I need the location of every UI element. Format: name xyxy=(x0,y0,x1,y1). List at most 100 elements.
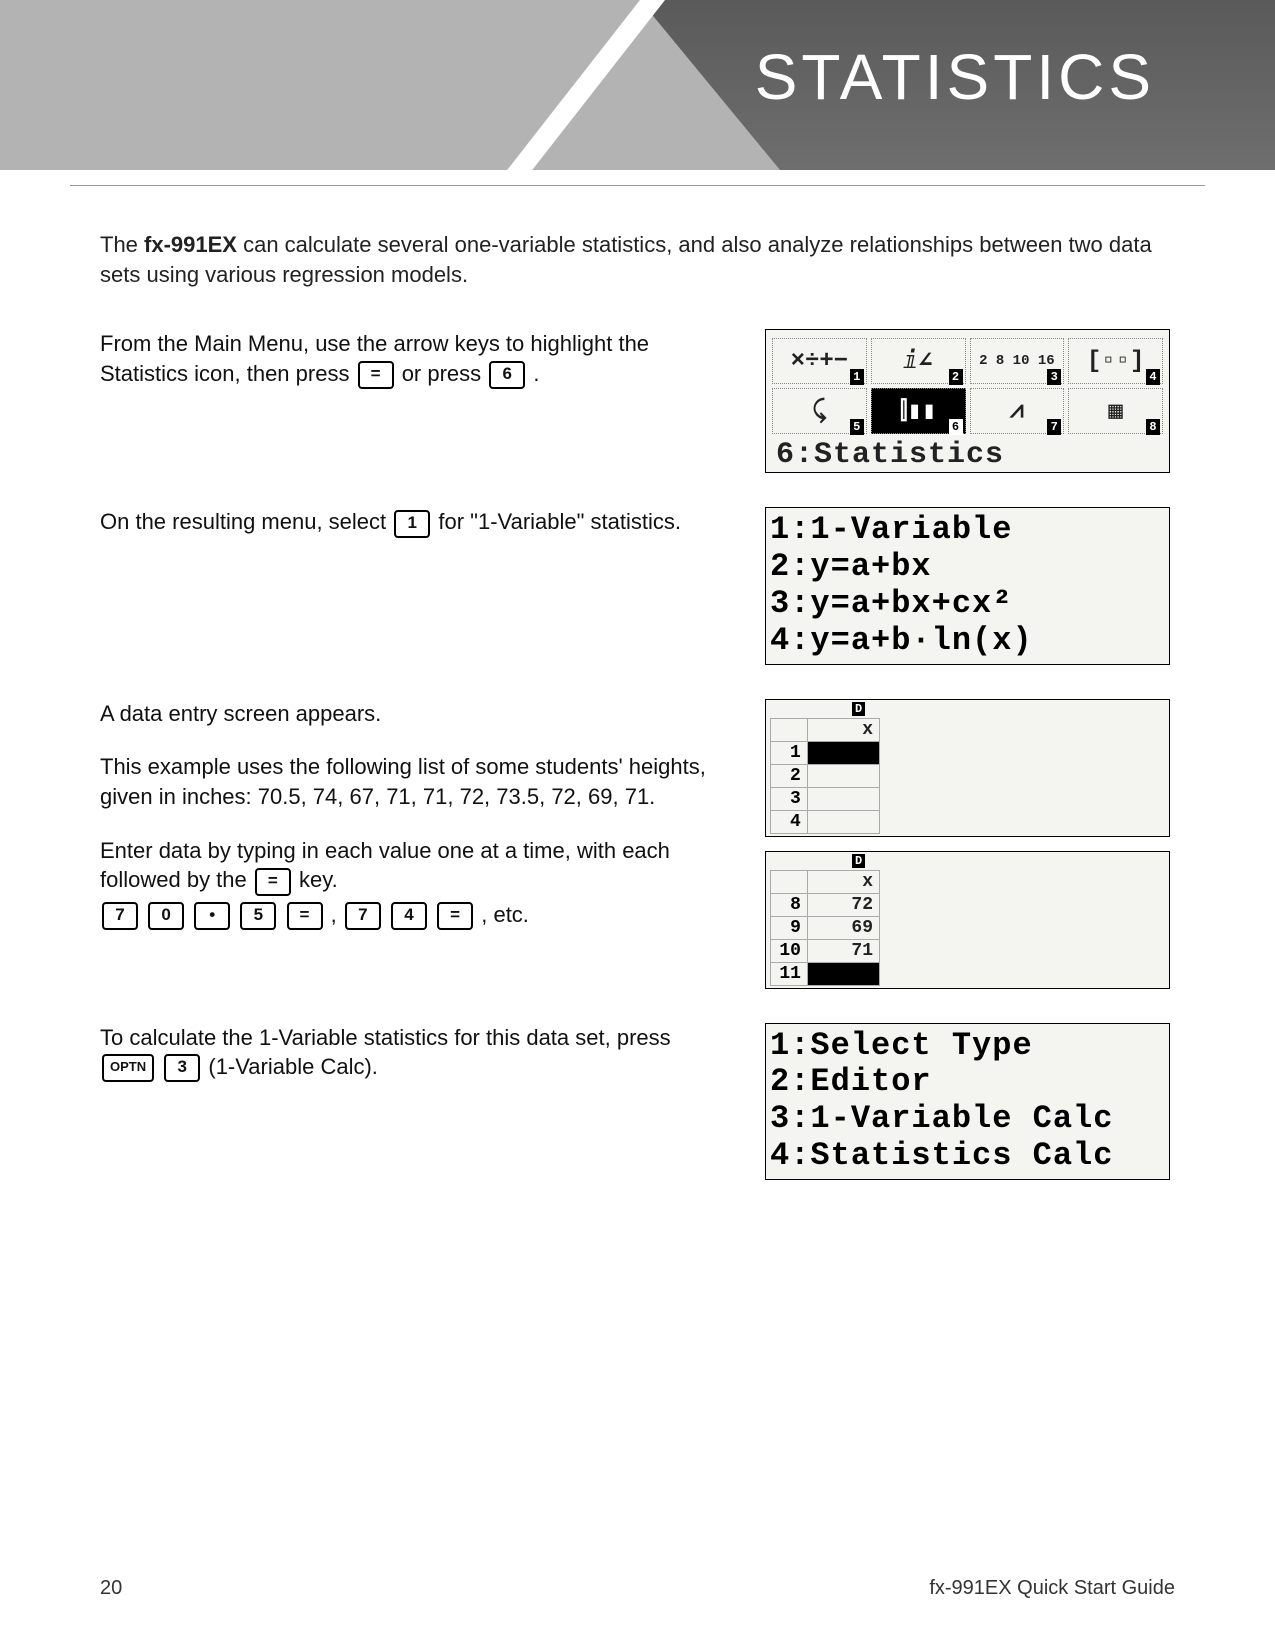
screen5: 1:Select Type 2:Editor 3:1-Variable Calc… xyxy=(765,1023,1175,1194)
step1-mid: or press xyxy=(402,361,488,386)
menu-label: 6:Statistics xyxy=(770,438,1165,472)
screen2-line3: 3:y=a+bx+cx² xyxy=(770,586,1165,623)
screen2-line4: 4:y=a+b·ln(x) xyxy=(770,623,1165,660)
menu-grid: ×÷+−1 ⅈ∠2 2 8 10 163 [▫▫]4 ⤹5 ⫿▮▮6 ⩘7 ▦8 xyxy=(770,334,1165,434)
step3-line3-wrap: Enter data by typing in each value one a… xyxy=(100,836,730,896)
step3-text: A data entry screen appears. This exampl… xyxy=(100,699,730,930)
menu-cell-2: ⅈ∠ 2 xyxy=(871,338,966,384)
screens-3-4: D x 1 2 3 4 D x 872 969 1071 11 xyxy=(765,699,1175,1003)
step3-line1: A data entry screen appears. xyxy=(100,699,730,729)
menu-cell-7: ⩘7 xyxy=(970,388,1065,434)
screen1: ×÷+−1 ⅈ∠2 2 8 10 163 [▫▫]4 ⤹5 ⫿▮▮6 ⩘7 ▦8… xyxy=(765,329,1175,487)
row-3: 3 xyxy=(771,787,808,810)
optn-key: OPTN xyxy=(102,1054,154,1082)
row-1: 1 xyxy=(771,741,808,764)
key-7b: 7 xyxy=(345,902,381,930)
col-header-x1: x xyxy=(807,718,879,741)
menu-num-5: 5 xyxy=(850,419,864,435)
cell-3 xyxy=(807,787,879,810)
page-number: 20 xyxy=(100,1577,122,1600)
menu-cell-1: ×÷+−1 xyxy=(772,338,867,384)
page-footer: 20 fx-991EX Quick Start Guide xyxy=(100,1577,1175,1600)
vector-icon: ⤹ xyxy=(812,397,826,425)
cell-2 xyxy=(807,764,879,787)
screen5-line3: 3:1-Variable Calc xyxy=(770,1101,1165,1138)
key-7: 7 xyxy=(102,902,138,930)
step2-end: for "1-Variable" statistics. xyxy=(438,509,681,534)
cell-11 xyxy=(807,962,879,985)
row-2: 2 xyxy=(771,764,808,787)
menu-num-7: 7 xyxy=(1047,419,1061,435)
key-4: 4 xyxy=(391,902,427,930)
data-entry-screen-filled: D x 872 969 1071 11 xyxy=(765,851,1170,989)
key-eq: = xyxy=(287,902,323,930)
step-row-1: From the Main Menu, use the arrow keys t… xyxy=(100,329,1175,487)
one-key: 1 xyxy=(394,510,430,538)
indicator-d-1: D xyxy=(852,702,865,716)
spreadsheet-icon: ▦ xyxy=(1108,396,1122,426)
cell-9: 69 xyxy=(807,916,879,939)
calc-icon: ×÷+− xyxy=(791,348,849,375)
screen2-line1: 1:1-Variable xyxy=(770,512,1165,549)
key-5: 5 xyxy=(240,902,276,930)
step3-line3: Enter data by typing in each value one a… xyxy=(100,838,670,893)
intro-paragraph: The fx-991EX can calculate several one-v… xyxy=(100,230,1175,289)
intro-text1: The xyxy=(100,232,144,257)
screen5-line1: 1:Select Type xyxy=(770,1028,1165,1065)
menu-num-6: 6 xyxy=(949,419,963,435)
step3-line3end: key. xyxy=(299,867,338,892)
content: The fx-991EX can calculate several one-v… xyxy=(100,230,1175,1204)
step4-text: To calculate the 1-Variable statistics f… xyxy=(100,1023,730,1083)
row-10: 10 xyxy=(771,939,808,962)
six-key: 6 xyxy=(489,361,525,389)
equals-key-2: = xyxy=(255,868,291,896)
menu-num-1: 1 xyxy=(850,369,864,385)
menu-cell-4: [▫▫]4 xyxy=(1068,338,1163,384)
menu-cell-3: 2 8 10 163 xyxy=(970,338,1065,384)
indicator-d-2: D xyxy=(852,854,865,868)
cell-4 xyxy=(807,810,879,833)
base-icon: 2 8 10 16 xyxy=(979,354,1055,368)
step2-main: On the resulting menu, select xyxy=(100,509,392,534)
key-sequence: 7 0 • 5 = , 7 4 = , etc. xyxy=(100,900,730,930)
key-tail: , etc. xyxy=(481,902,529,927)
step-row-3: A data entry screen appears. This exampl… xyxy=(100,699,1175,1003)
screen2-line2: 2:y=a+bx xyxy=(770,549,1165,586)
row-11: 11 xyxy=(771,962,808,985)
step-row-4: To calculate the 1-Variable statistics f… xyxy=(100,1023,1175,1194)
menu-num-8: 8 xyxy=(1146,419,1160,435)
cell-1 xyxy=(807,741,879,764)
step2-text: On the resulting menu, select 1 for "1-V… xyxy=(100,507,730,537)
menu-num-3: 3 xyxy=(1047,369,1061,385)
key-eq2: = xyxy=(437,902,473,930)
step3-line2: This example uses the following list of … xyxy=(100,752,730,811)
equals-key: = xyxy=(358,361,394,389)
row-9: 9 xyxy=(771,916,808,939)
menu-cell-5: ⤹5 xyxy=(772,388,867,434)
cell-8: 72 xyxy=(807,893,879,916)
page-header: STATISTICS xyxy=(0,0,1275,170)
main-menu-screen: ×÷+−1 ⅈ∠2 2 8 10 163 [▫▫]4 ⤹5 ⫿▮▮6 ⩘7 ▦8… xyxy=(765,329,1170,473)
step1-end: . xyxy=(533,361,539,386)
complex-icon: ⅈ∠ xyxy=(904,346,933,376)
stat-type-screen: 1:1-Variable 2:y=a+bx 3:y=a+bx+cx² 4:y=a… xyxy=(765,507,1170,664)
row-8: 8 xyxy=(771,893,808,916)
col-header-x2: x xyxy=(807,870,879,893)
row-4: 4 xyxy=(771,810,808,833)
cell-10: 71 xyxy=(807,939,879,962)
three-key: 3 xyxy=(164,1054,200,1082)
menu-cell-8: ▦8 xyxy=(1068,388,1163,434)
step1-text: From the Main Menu, use the arrow keys t… xyxy=(100,329,730,389)
data-table-empty: x 1 2 3 4 xyxy=(770,718,880,834)
page-title: STATISTICS xyxy=(755,40,1155,114)
step-row-2: On the resulting menu, select 1 for "1-V… xyxy=(100,507,1175,678)
screen2: 1:1-Variable 2:y=a+bx 3:y=a+bx+cx² 4:y=a… xyxy=(765,507,1175,678)
screen5-line4: 4:Statistics Calc xyxy=(770,1138,1165,1175)
data-entry-screen-empty: D x 1 2 3 4 xyxy=(765,699,1170,837)
key-dot: • xyxy=(194,902,230,930)
distribution-icon: ⩘ xyxy=(1010,397,1024,425)
step4-t2: (1-Variable Calc). xyxy=(208,1054,378,1079)
key-sep: , xyxy=(331,902,343,927)
menu-num-4: 4 xyxy=(1146,369,1160,385)
menu-num-2: 2 xyxy=(949,369,963,385)
